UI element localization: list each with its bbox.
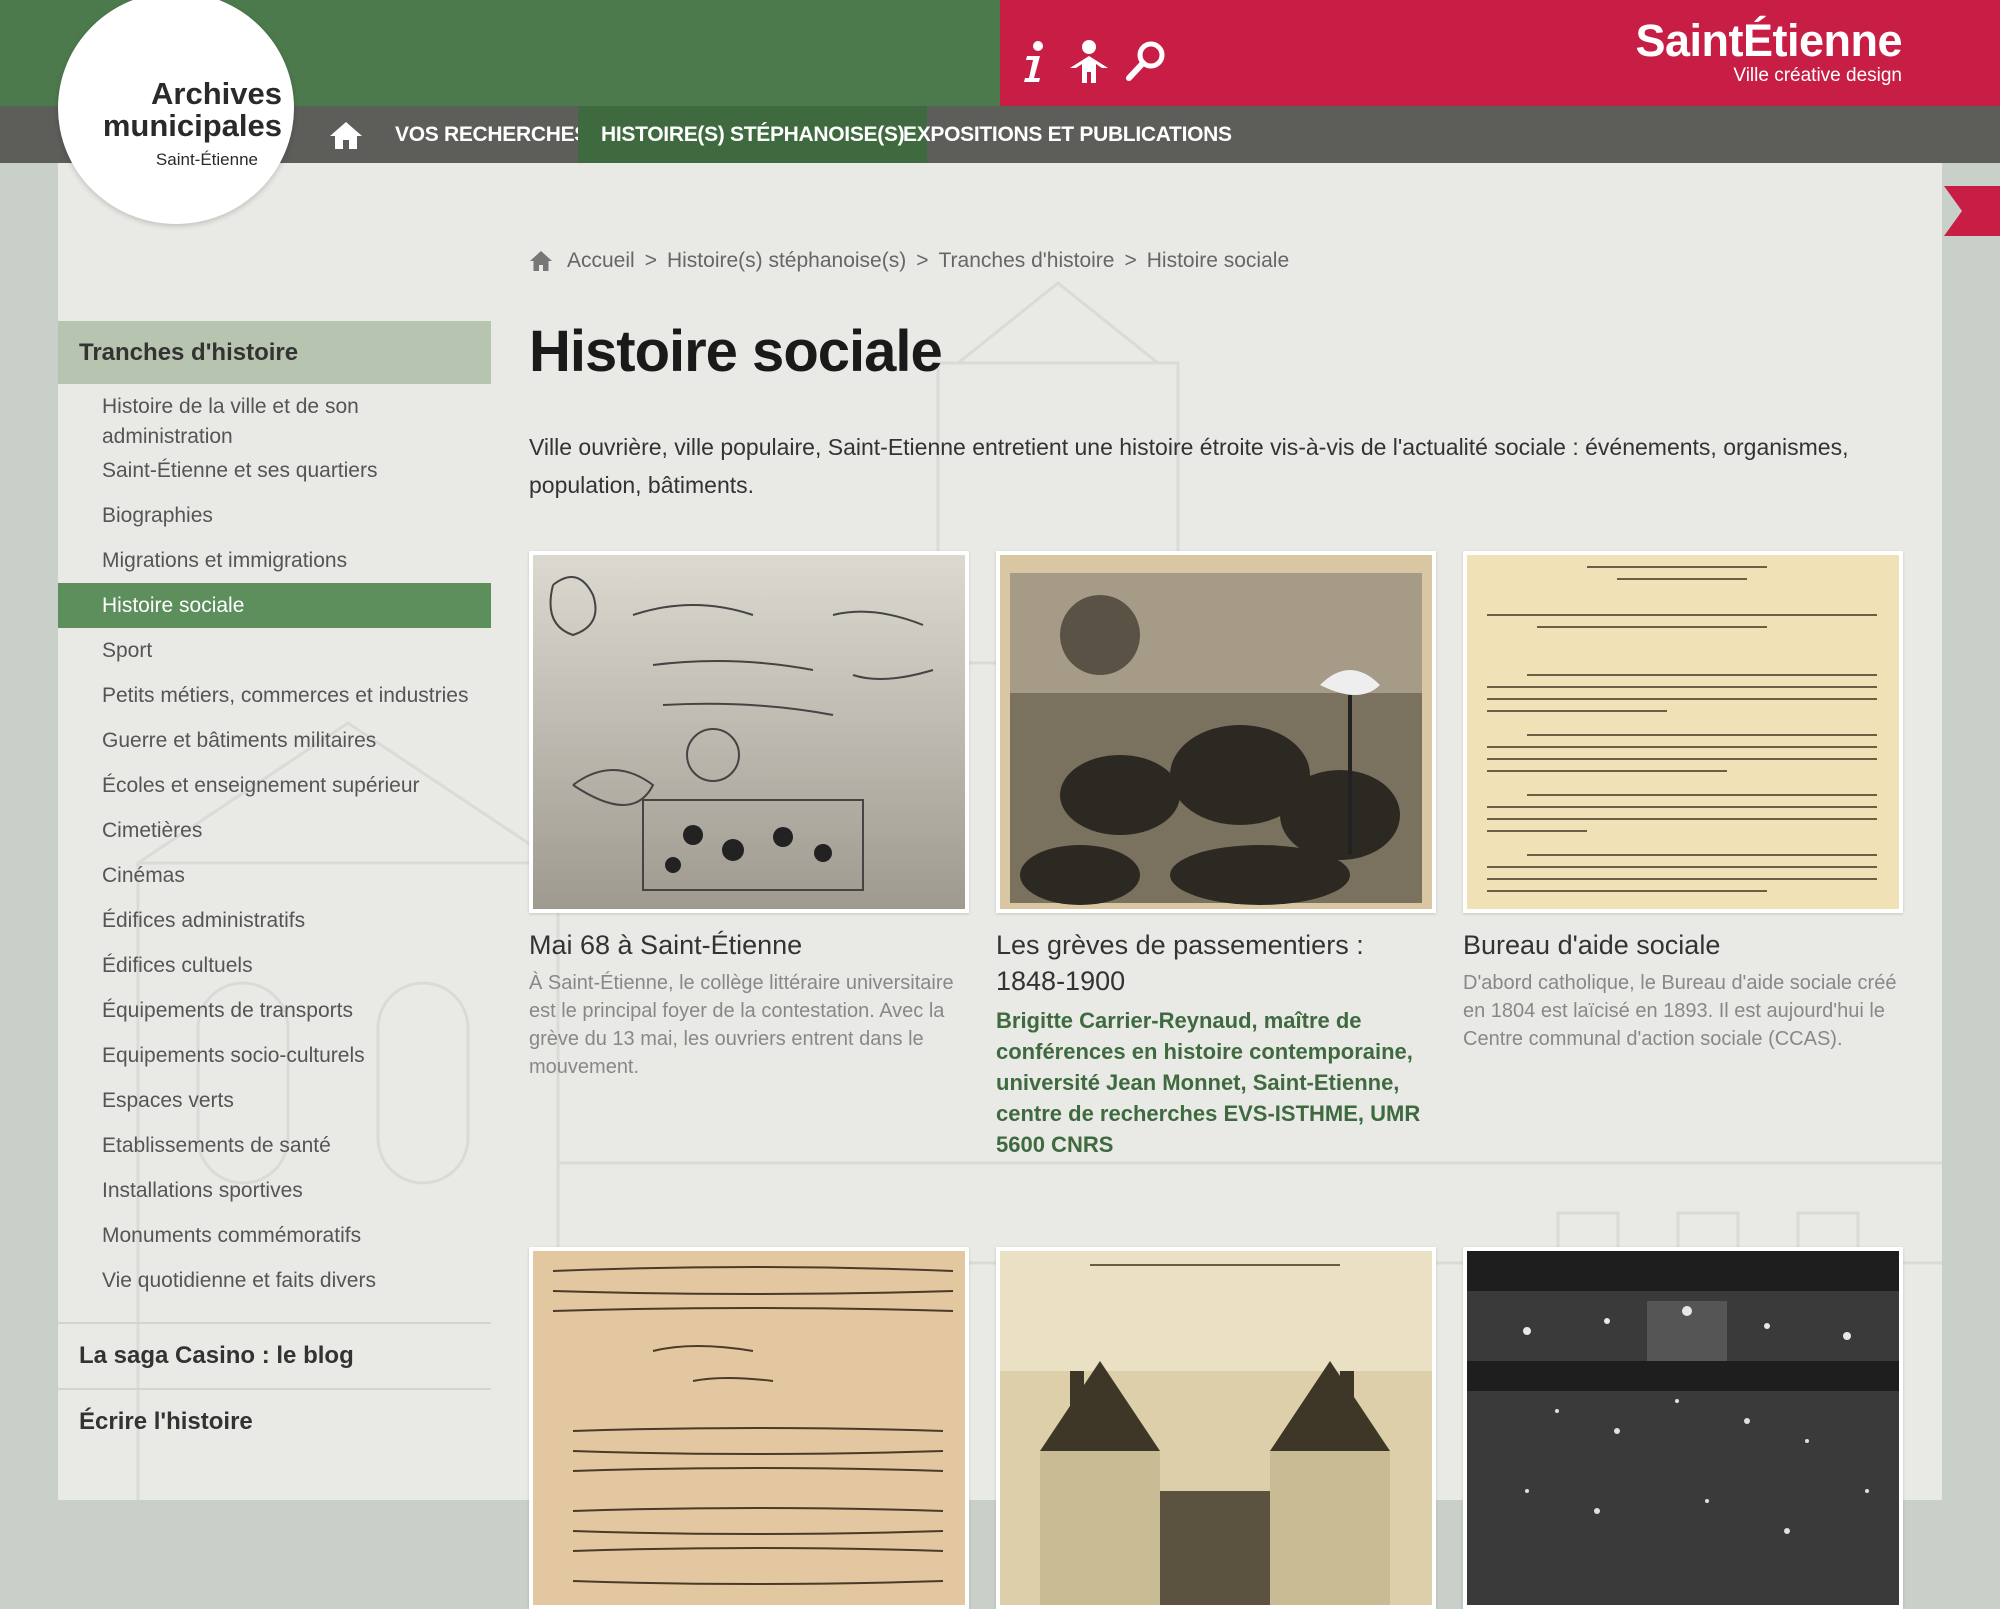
sidebar-item-installations-sportives[interactable]: Installations sportives (58, 1168, 491, 1213)
sidebar-item-sante[interactable]: Etablissements de santé (58, 1123, 491, 1168)
card-title-bureau[interactable]: Bureau d'aide sociale (1463, 927, 1903, 963)
logo-line-3: Saint-Étienne (155, 150, 258, 169)
engraving-riot-image (1000, 555, 1432, 909)
sidebar-item-monuments[interactable]: Monuments commémoratifs (58, 1213, 491, 1258)
night-crowd-image (1467, 1251, 1899, 1605)
nav-histoires-stephanoises[interactable]: HISTOIRE(S) STÉPHANOISE(S) (578, 106, 928, 163)
side-ribbon[interactable] (1944, 186, 2000, 236)
card-desc-bureau: D'abord catholique, le Bureau d'aide soc… (1463, 972, 1897, 1050)
card-image-mai68[interactable] (529, 551, 969, 913)
site-header: SaintÉtienne Ville créative design (0, 0, 2000, 106)
search-icon[interactable] (1124, 38, 1170, 84)
article-card-row2-1 (529, 1247, 969, 1609)
home-icon[interactable] (328, 120, 364, 150)
card-title-mai68[interactable]: Mai 68 à Saint-Étienne (529, 927, 969, 963)
sidebar-item-petits-metiers[interactable]: Petits métiers, commerces et industries (58, 673, 491, 718)
sidebar-item-histoire-sociale[interactable]: Histoire sociale (58, 583, 491, 628)
typed-document-image (1467, 555, 1899, 909)
sidebar-item-sport[interactable]: Sport (58, 628, 491, 673)
card-image-night-crowd[interactable] (1463, 1247, 1903, 1609)
saint-etienne-brand[interactable]: SaintÉtienne Ville créative design (1635, 18, 1902, 87)
breadcrumb-separator: > (644, 249, 657, 272)
main-nav: VOS RECHERCHES HISTOIRE(S) STÉPHANOISE(S… (0, 106, 2000, 163)
page-title: Histoire sociale (529, 319, 943, 384)
card-author-greves: Brigitte Carrier-Reynaud, maître de conf… (996, 1008, 1421, 1157)
sidebar-link-saga-casino[interactable]: La saga Casino : le blog (58, 1322, 491, 1386)
sidebar-list: Histoire de la ville et de son administr… (58, 388, 491, 1303)
nav-expositions-publications[interactable]: EXPOSITIONS ET PUBLICATIONS (880, 106, 1255, 163)
nav-vos-recherches[interactable]: VOS RECHERCHES (372, 106, 611, 163)
sidebar-item-migrations[interactable]: Migrations et immigrations (58, 538, 491, 583)
article-card-greves-passementiers: Les grèves de passementiers : 1848-1900 … (996, 551, 1436, 1160)
person-icon[interactable] (1066, 38, 1112, 84)
brand-tagline: Ville créative design (1733, 65, 1902, 86)
card-title-greves[interactable]: Les grèves de passementiers : 1848-1900 (996, 927, 1436, 999)
sidebar-heading[interactable]: Tranches d'histoire (58, 321, 491, 384)
breadcrumb-tranches[interactable]: Tranches d'histoire (938, 249, 1114, 273)
card-image-bureau[interactable] (1463, 551, 1903, 913)
sidebar-item-cimetieres[interactable]: Cimetières (58, 808, 491, 853)
sidebar-item-vie-quotidienne[interactable]: Vie quotidienne et faits divers (58, 1258, 491, 1303)
manuscript-image (533, 1251, 965, 1605)
card-image-greves[interactable] (996, 551, 1436, 913)
breadcrumb-current: Histoire sociale (1146, 249, 1290, 272)
article-card-mai68: Mai 68 à Saint-Étienne À Saint-Étienne, … (529, 551, 969, 1081)
card-image-manuscript[interactable] (529, 1247, 969, 1609)
article-card-row2-3 (1463, 1247, 1903, 1609)
info-icon[interactable] (1010, 38, 1056, 84)
breadcrumb-accueil[interactable]: Accueil (567, 249, 635, 273)
page-intro: Ville ouvrière, ville populaire, Saint-E… (529, 434, 1849, 498)
sidebar-item-transports[interactable]: Équipements de transports (58, 988, 491, 1033)
sidebar-item-histoire-ville[interactable]: Histoire de la ville et de son administr… (58, 388, 491, 448)
orphanage-postcard-image (1000, 1251, 1432, 1605)
sidebar-item-cinemas[interactable]: Cinémas (58, 853, 491, 898)
sidebar-item-edifices-administratifs[interactable]: Édifices administratifs (58, 898, 491, 943)
sidebar-item-quartiers[interactable]: Saint-Étienne et ses quartiers (58, 448, 491, 493)
article-card-row2-2 (996, 1247, 1436, 1609)
breadcrumb-separator: > (916, 249, 929, 272)
logo-line-1: Archives (151, 76, 282, 111)
breadcrumb-separator: > (1124, 249, 1137, 272)
sidebar-item-socio-culturels[interactable]: Equipements socio-culturels (58, 1033, 491, 1078)
article-card-bureau-aide-sociale: Bureau d'aide sociale D'abord catholique… (1463, 551, 1903, 1053)
sidebar-link-ecrire-histoire[interactable]: Écrire l'histoire (58, 1388, 491, 1452)
logo-line-2: municipales (102, 108, 282, 143)
graffiti-wall-image (533, 555, 965, 909)
card-desc-mai68: À Saint-Étienne, le collège littéraire u… (529, 972, 954, 1078)
card-image-orphelinat[interactable] (996, 1247, 1436, 1609)
sidebar-item-ecoles[interactable]: Écoles et enseignement supérieur (58, 763, 491, 808)
brand-name: SaintÉtienne (1635, 15, 1902, 66)
breadcrumb-histoires[interactable]: Histoire(s) stéphanoise(s) (667, 249, 906, 273)
archives-logo[interactable]: Archives municipales Saint-Étienne (58, 0, 294, 224)
breadcrumb-home-icon[interactable] (529, 250, 553, 272)
sidebar-item-espaces-verts[interactable]: Espaces verts (58, 1078, 491, 1123)
sidebar-item-edifices-cultuels[interactable]: Édifices cultuels (58, 943, 491, 988)
breadcrumb: Accueil > Histoire(s) stéphanoise(s) > T… (529, 246, 1289, 276)
sidebar-item-guerre[interactable]: Guerre et bâtiments militaires (58, 718, 491, 763)
sidebar-item-biographies[interactable]: Biographies (58, 493, 491, 538)
